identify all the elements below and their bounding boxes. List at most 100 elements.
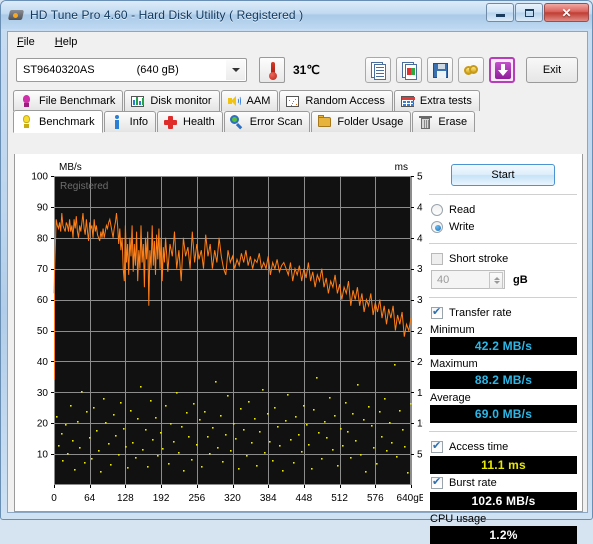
bulb-magenta-icon (19, 94, 34, 109)
svg-text:35: 35 (417, 264, 423, 275)
radio-write[interactable]: Write (427, 218, 579, 235)
menu-help[interactable]: Help (53, 34, 87, 50)
tab-file-benchmark[interactable]: File Benchmark (13, 90, 124, 111)
cpu-usage-label: CPU usage (430, 513, 487, 525)
svg-text:64: 64 (84, 493, 96, 504)
spinner-buttons[interactable] (489, 272, 503, 289)
radio-read[interactable]: Read (427, 201, 579, 218)
svg-text:60: 60 (37, 295, 49, 306)
divider (429, 431, 577, 432)
short-stroke-input[interactable]: 40 (431, 270, 505, 289)
tab-bar: File Benchmark Disk monitor AAM Random A… (8, 90, 587, 134)
tab-label: Error Scan (249, 116, 303, 128)
bar-chart-icon (130, 94, 145, 109)
table-icon (400, 94, 415, 109)
save-icon (433, 63, 448, 78)
svg-text:10: 10 (417, 419, 423, 430)
tab-label: Health (183, 116, 215, 128)
minimum-value: 42.2 MB/s (430, 337, 577, 355)
drive-select-dropdown[interactable]: ST9640320AS (640 gB) (16, 58, 247, 82)
burst-rate-checkbox (431, 475, 443, 489)
transfer-rate-checkbox (431, 305, 443, 319)
tab-disk-monitor[interactable]: Disk monitor (124, 90, 220, 111)
tab-error-scan[interactable]: Error Scan (223, 111, 311, 132)
tab-erase[interactable]: Erase (412, 111, 476, 132)
tab-label: Folder Usage (337, 116, 404, 128)
speaker-icon (227, 94, 242, 109)
tab-label: Benchmark (39, 115, 95, 128)
close-button[interactable]: ✕ (544, 3, 589, 22)
maximum-value: 88.2 MB/s (430, 371, 577, 389)
minimize-button[interactable] (486, 3, 514, 22)
tab-extra-tests[interactable]: Extra tests (393, 90, 480, 111)
svg-text:ms: ms (395, 162, 408, 173)
exit-button[interactable]: Exit (526, 57, 578, 83)
red-cross-icon (163, 115, 178, 130)
control-panel: Start Read Write Short stroke 40 gB ✔ Tr… (427, 158, 579, 544)
app-window: HD Tune Pro 4.60 - Hard Disk Utility ( R… (0, 0, 593, 544)
checkbox-short-stroke[interactable]: Short stroke (427, 250, 579, 267)
svg-text:256: 256 (188, 493, 205, 504)
tab-health[interactable]: Health (157, 111, 223, 132)
svg-text:40: 40 (417, 233, 423, 244)
chart-svg: MB/s ms 10 20 30 40 50 60 70 80 90 100 5 10 15 20 25 30 35… (15, 154, 429, 510)
tab-label: AAM (246, 95, 271, 107)
svg-text:20: 20 (417, 357, 423, 368)
svg-text:10: 10 (37, 450, 49, 461)
tab-folder-usage[interactable]: Folder Usage (311, 111, 412, 132)
start-button[interactable]: Start (451, 164, 555, 186)
radio-read-indicator (431, 203, 443, 216)
temperature-value: 31℃ (293, 63, 320, 77)
download-button[interactable] (489, 57, 515, 83)
svg-text:40: 40 (37, 357, 49, 368)
svg-text:Registered: Registered (60, 181, 108, 192)
checkbox-burst-rate[interactable]: Burst rate (427, 474, 579, 491)
drive-capacity: (640 gB) (136, 64, 179, 76)
access-time-checkbox (431, 439, 443, 453)
checkbox-transfer-rate[interactable]: Transfer rate (427, 304, 579, 321)
menu-file[interactable]: File (15, 34, 44, 50)
chevron-down-icon[interactable] (226, 60, 245, 80)
copy-image-button[interactable] (396, 57, 422, 83)
svg-text:640gB: 640gB (397, 493, 423, 504)
short-stroke-label: Short stroke (449, 252, 509, 265)
minimum-label: Minimum (430, 324, 475, 336)
hard-disk-icon (7, 7, 25, 23)
title-bar: HD Tune Pro 4.60 - Hard Disk Utility ( R… (1, 1, 592, 29)
benchmark-page: MB/s ms 10 20 30 40 50 60 70 80 90 100 5 10 15 20 25 30 35… (14, 154, 583, 544)
tab-aam[interactable]: AAM (220, 90, 279, 111)
copy-text-button[interactable] (365, 57, 391, 83)
tab-random-access[interactable]: Random Access (279, 90, 393, 111)
svg-text:448: 448 (296, 493, 313, 504)
short-stroke-value: 40 (437, 273, 450, 286)
save-button[interactable] (427, 57, 453, 83)
tab-info[interactable]: Info (103, 111, 156, 132)
download-arrow-icon (495, 62, 511, 79)
divider (429, 194, 577, 195)
svg-text:320: 320 (224, 493, 241, 504)
thermometer-icon (259, 57, 285, 83)
svg-text:50: 50 (37, 326, 49, 337)
maximize-button[interactable] (515, 3, 543, 22)
maximum-label: Maximum (430, 358, 478, 370)
magnifier-icon (229, 114, 245, 130)
menu-bar: File Help (8, 32, 587, 52)
toolbar: ST9640320AS (640 gB) 31℃ Exit (8, 52, 587, 90)
tab-benchmark[interactable]: Benchmark (13, 110, 103, 133)
window-title: HD Tune Pro 4.60 - Hard Disk Utility ( R… (30, 8, 304, 22)
drive-name: ST9640320AS (23, 64, 95, 76)
checkbox-access-time[interactable]: Access time (427, 438, 579, 455)
svg-text:20: 20 (37, 419, 49, 430)
tab-label: Random Access (305, 95, 385, 107)
average-label: Average (430, 392, 471, 404)
gold-coins-button[interactable] (458, 57, 484, 83)
svg-text:100: 100 (31, 172, 48, 183)
close-icon: ✕ (561, 5, 572, 20)
divider (429, 297, 577, 298)
radio-write-label: Write (449, 220, 475, 233)
svg-text:70: 70 (37, 264, 49, 275)
short-stroke-size-row: 40 gB (427, 270, 579, 289)
trash-icon (418, 115, 433, 130)
svg-text:192: 192 (153, 493, 170, 504)
svg-text:128: 128 (117, 493, 134, 504)
